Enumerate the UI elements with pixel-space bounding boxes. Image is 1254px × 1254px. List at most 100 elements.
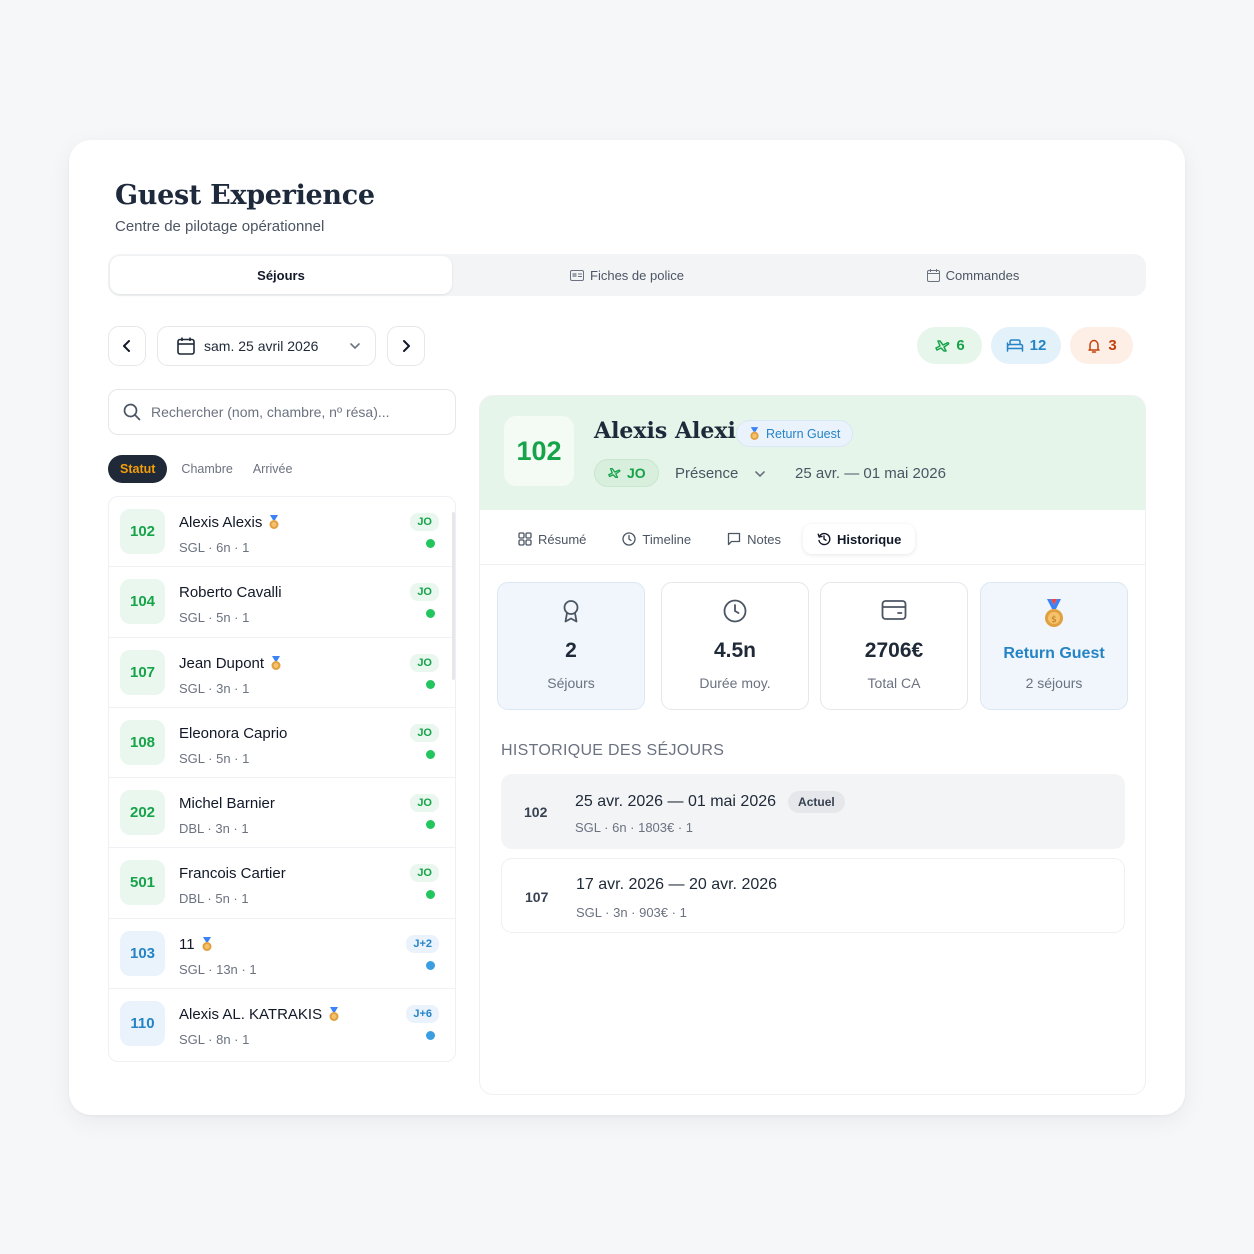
status-badge: JO — [410, 513, 439, 531]
calendar-icon — [177, 337, 195, 355]
status-badge: JO — [410, 864, 439, 883]
medal-icon — [749, 426, 760, 441]
medal-icon — [201, 936, 213, 952]
chevron-right-icon — [401, 339, 411, 353]
award-icon — [498, 599, 644, 623]
status-dot — [426, 679, 435, 689]
tab-timeline[interactable]: Timeline — [608, 524, 705, 554]
status-dot — [426, 890, 435, 900]
chevron-down-icon — [754, 470, 766, 478]
room-number: 104 — [120, 579, 165, 625]
history-item[interactable]: 107 17 avr. 2026 — 20 avr. 2026 SGL · 3n… — [501, 858, 1125, 933]
plane-icon — [934, 338, 950, 354]
guest-row[interactable]: 202 Michel Barnier DBL · 3n · 1 JO — [109, 778, 455, 849]
tab-divider — [480, 564, 1145, 565]
stat-label: Séjours — [547, 675, 595, 691]
tab-notes[interactable]: Notes — [713, 524, 795, 554]
guest-row[interactable]: 501 Francois Cartier DBL · 5n · 1 JO — [109, 848, 455, 919]
guest-row[interactable]: 104 Roberto Cavalli SGL · 5n · 1 JO — [109, 567, 455, 638]
room-number: 107 — [120, 649, 165, 695]
alerts-counter[interactable]: 3 — [1070, 327, 1133, 364]
guest-meta: SGL · 3n · 1 — [179, 680, 250, 696]
guest-name: Michel Barnier — [179, 795, 275, 813]
next-day-button[interactable] — [387, 326, 425, 366]
prev-day-button[interactable] — [108, 326, 146, 366]
tab-resume-label: Résumé — [538, 531, 587, 547]
tab-fiches-label: Fiches de police — [590, 267, 684, 283]
history-item[interactable]: 102 25 avr. 2026 — 01 mai 2026 Actuel SG… — [501, 774, 1125, 849]
status-badge: JO — [410, 794, 439, 813]
stat-card-sejours: 2 Séjours — [497, 582, 645, 710]
clock-icon — [662, 599, 808, 623]
wallet-icon — [821, 599, 967, 621]
stat-value: 2706€ — [864, 639, 924, 662]
guest-detail-panel: 102 Alexis Alexis Return Guest JO Présen… — [479, 395, 1146, 1095]
stat-card-return-guest: $ Return Guest 2 séjours — [980, 582, 1128, 710]
room-number: 103 — [120, 930, 165, 976]
tab-sejours[interactable]: Séjours — [110, 256, 452, 294]
presence-dropdown[interactable]: Présence — [675, 465, 766, 482]
list-scrollbar[interactable] — [452, 512, 455, 680]
detail-tabs: Résumé Timeline Notes Historique — [504, 524, 916, 554]
room-number: 202 — [120, 790, 165, 836]
arrivals-count: 6 — [956, 337, 965, 354]
tab-commandes[interactable]: Commandes — [802, 256, 1144, 294]
status-tag: JO — [594, 459, 659, 487]
calendar-icon — [926, 268, 940, 282]
guest-row[interactable]: 110 Alexis AL. KATRAKIS SGL · 8n · 1 J+6 — [109, 989, 455, 1059]
status-dot — [426, 539, 435, 548]
tab-fiches-de-police[interactable]: Fiches de police — [456, 256, 798, 294]
detail-guest-name: Alexis Alexis — [594, 418, 749, 444]
guest-row[interactable]: 103 11 SGL · 13n · 1 J+2 — [109, 919, 455, 990]
bed-icon — [1006, 338, 1024, 353]
stat-value: Return Guest — [1003, 645, 1105, 662]
in-house-counter[interactable]: 12 — [991, 327, 1061, 364]
status-badge: JO — [410, 583, 439, 602]
guest-name: Jean Dupont — [179, 654, 265, 672]
search-input[interactable] — [151, 404, 441, 420]
tab-resume[interactable]: Résumé — [504, 524, 600, 554]
date-picker[interactable]: sam. 25 avril 2026 — [157, 326, 376, 366]
guest-meta: SGL · 13n · 1 — [179, 961, 257, 977]
search-icon — [123, 403, 141, 421]
guest-row[interactable]: 108 Eleonora Caprio SGL · 5n · 1 JO — [109, 708, 455, 779]
status-dot — [426, 960, 435, 970]
sort-statut[interactable]: Statut — [108, 455, 168, 483]
guest-row[interactable]: 102 Alexis Alexis SGL · 6n · 1 JO — [109, 497, 455, 568]
id-card-icon — [570, 269, 585, 281]
sort-chambre[interactable]: Chambre — [175, 456, 238, 482]
stat-label: Durée moy. — [699, 675, 771, 691]
arrivals-counter[interactable]: 6 — [917, 327, 982, 364]
medal-icon — [268, 515, 280, 530]
sort-arrivee[interactable]: Arrivée — [247, 456, 299, 482]
guest-name: Francois Cartier — [179, 865, 286, 883]
guest-name: Roberto Cavalli — [179, 584, 282, 602]
guest-list: 102 Alexis Alexis SGL · 6n · 1 JO 104 Ro… — [108, 496, 456, 1062]
message-icon — [727, 532, 741, 546]
guest-name: Eleonora Caprio — [179, 724, 288, 742]
current-badge: Actuel — [788, 791, 845, 813]
room-number: 110 — [120, 1001, 165, 1047]
guest-search[interactable] — [108, 389, 456, 435]
guest-meta: SGL · 5n · 1 — [179, 610, 250, 626]
tab-historique-label: Historique — [837, 531, 902, 547]
status-dot — [426, 1031, 435, 1041]
svg-text:$: $ — [1051, 615, 1057, 625]
alerts-count: 3 — [1108, 337, 1117, 354]
tab-notes-label: Notes — [747, 531, 782, 547]
tab-historique[interactable]: Historique — [803, 524, 916, 554]
guest-meta: SGL · 8n · 1 — [179, 1032, 250, 1048]
presence-label: Présence — [675, 465, 739, 482]
tab-commandes-label: Commandes — [945, 267, 1020, 283]
medal-icon — [270, 655, 282, 671]
stay-dates: 25 avr. — 01 mai 2026 — [795, 465, 946, 482]
guest-name: Alexis Alexis — [179, 514, 263, 531]
guest-row[interactable]: 107 Jean Dupont SGL · 3n · 1 JO — [109, 638, 455, 708]
stat-value: 2 — [565, 639, 577, 662]
stat-card-total-ca: 2706€ Total CA — [820, 582, 968, 710]
main-card: Guest Experience Centre de pilotage opér… — [69, 140, 1185, 1115]
status-dot — [426, 820, 435, 830]
return-guest-tag: Return Guest — [736, 420, 854, 447]
grid-icon — [518, 532, 532, 546]
room-number: 501 — [120, 860, 165, 906]
